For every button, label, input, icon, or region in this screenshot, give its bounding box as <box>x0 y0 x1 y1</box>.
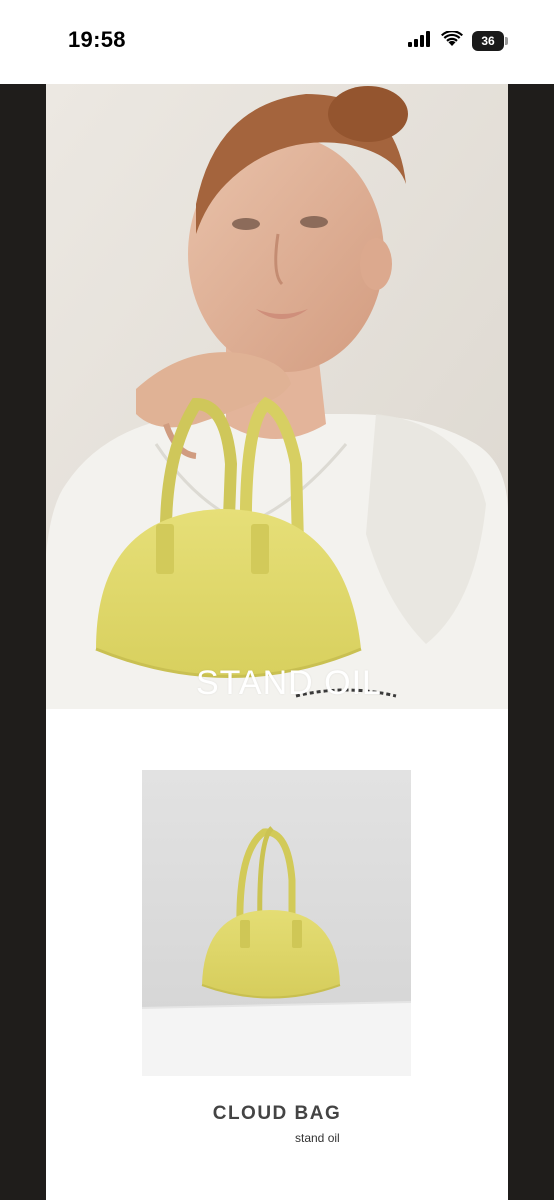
hero-photo: STAND OIL <box>46 84 508 709</box>
signal-icon <box>408 30 432 52</box>
status-bar: 19:58 36 <box>0 0 554 84</box>
product-title: CLOUD BAG <box>212 1103 342 1124</box>
wifi-icon <box>441 29 463 52</box>
product-brand: stand oil <box>295 1131 340 1145</box>
brand-watermark: STAND OIL <box>196 664 382 702</box>
detail-content: STAND OIL CLOUD BAG stand oil <box>46 84 508 1200</box>
battery-icon: 36 <box>472 31 508 51</box>
status-time: 19:58 <box>68 27 126 52</box>
battery-level: 36 <box>472 31 504 51</box>
battery-cap <box>505 37 508 45</box>
product-image[interactable] <box>142 770 411 1076</box>
bag-illustration <box>142 770 411 1076</box>
hero-illustration <box>46 84 508 709</box>
status-icons: 36 <box>408 29 508 52</box>
